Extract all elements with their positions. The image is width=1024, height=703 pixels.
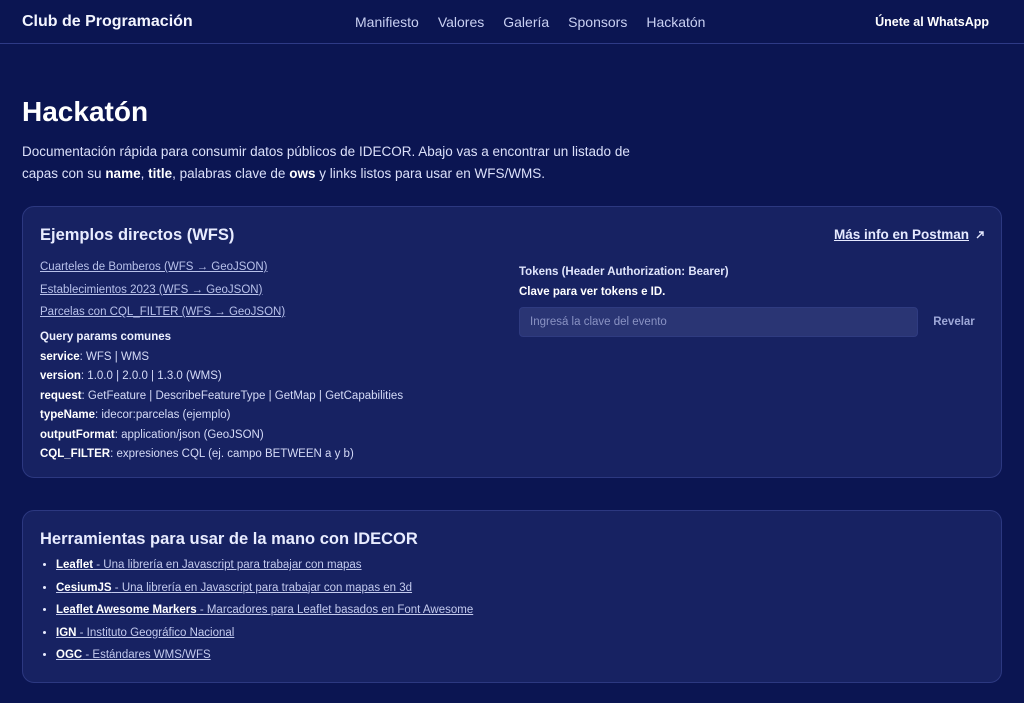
intro-bold-name: name — [105, 166, 141, 181]
query-params-title: Query params comunes — [40, 331, 172, 343]
nav-link-galeria[interactable]: Galería — [503, 14, 549, 30]
event-key-input[interactable] — [519, 307, 918, 337]
query-param-value: : idecor:parcelas (ejemplo) — [94, 409, 231, 421]
tokens-subtitle: Clave para ver tokens e ID. — [519, 286, 666, 298]
tool-name: CesiumJS — [56, 581, 112, 594]
tool-desc: - Marcadores para Leaflet basados en Fon… — [196, 604, 474, 617]
tool-desc: - Una librería en Javascript para trabaj… — [111, 581, 413, 594]
query-param-key: typeName — [40, 409, 95, 421]
tool-name: Leaflet Awesome Markers — [56, 604, 197, 617]
list-item: OGC - Estándares WMS/WFS — [56, 649, 473, 672]
query-param-row: version: 1.0.0 | 2.0.0 | 1.3.0 (WMS) — [40, 370, 403, 390]
query-param-value: : WFS | WMS — [79, 350, 150, 363]
whatsapp-join-link[interactable]: Únete al WhatsApp — [875, 0, 989, 44]
top-navbar: Club de Programación Manifiesto Valores … — [0, 0, 1024, 44]
list-item: IGN - Instituto Geográfico Nacional — [56, 627, 473, 650]
intro-bold-title: title — [148, 166, 173, 181]
wfs-card-title: Ejemplos directos (WFS) — [40, 226, 235, 244]
query-param-value: : 1.0.0 | 2.0.0 | 1.3.0 (WMS) — [80, 370, 222, 382]
wfs-examples-card: Ejemplos directos (WFS) Más info en Post… — [22, 206, 1002, 478]
nav-link-hackaton[interactable]: Hackatón — [646, 14, 705, 30]
query-param-key: outputFormat — [40, 428, 115, 441]
query-param-key: version — [40, 370, 81, 382]
postman-info-link[interactable]: Más info en Postman — [834, 227, 985, 242]
query-param-row: request: GetFeature | DescribeFeatureTyp… — [40, 390, 403, 410]
list-item: Cuarteles de Bomberos (WFS → GeoJSON) — [40, 257, 285, 280]
query-param-row: service: WFS | WMS — [40, 351, 403, 371]
tool-link-ogc[interactable]: OGC - Estándares WMS/WFS — [56, 649, 211, 661]
nav-link-sponsors[interactable]: Sponsors — [568, 14, 627, 30]
page-title: Hackatón — [22, 96, 149, 127]
external-link-icon — [976, 230, 984, 238]
example-link-bomberos[interactable]: Cuarteles de Bomberos (WFS → GeoJSON) — [40, 261, 268, 273]
tool-desc: - Una librería en Javascript para trabaj… — [93, 559, 362, 571]
intro-bold-ows: ows — [289, 166, 316, 181]
list-item: Leaflet - Una librería en Javascript par… — [56, 559, 473, 582]
tool-desc: - Estándares WMS/WFS — [82, 649, 211, 662]
example-link-parcelas[interactable]: Parcelas con CQL_FILTER (WFS → GeoJSON) — [40, 306, 285, 318]
tools-card-title: Herramientas para usar de la mano con ID… — [40, 530, 418, 548]
tool-link-ign[interactable]: IGN - Instituto Geográfico Nacional — [56, 627, 234, 639]
tool-name: OGC — [56, 649, 83, 662]
tool-name: IGN — [56, 626, 77, 639]
tools-card: Herramientas para usar de la mano con ID… — [22, 510, 1002, 683]
list-item: CesiumJS - Una librería en Javascript pa… — [56, 582, 473, 605]
postman-link-label: Más info en Postman — [833, 227, 969, 242]
nav-links: Manifiesto Valores Galería Sponsors Hack… — [355, 0, 705, 44]
tool-link-cesiumjs[interactable]: CesiumJS - Una librería en Javascript pa… — [56, 582, 412, 594]
tokens-section: Tokens (Header Authorization: Bearer) Cl… — [519, 266, 984, 337]
query-param-value: : expresiones CQL (ej. campo BETWEEN a y… — [110, 448, 354, 460]
tool-name: Leaflet — [56, 559, 94, 571]
nav-link-valores[interactable]: Valores — [438, 14, 484, 30]
wfs-example-links: Cuarteles de Bomberos (WFS → GeoJSON) Es… — [40, 257, 285, 325]
tool-link-leaflet[interactable]: Leaflet - Una librería en Javascript par… — [56, 559, 362, 571]
list-item: Establecimientos 2023 (WFS → GeoJSON) — [40, 280, 285, 303]
query-param-row: CQL_FILTER: expresiones CQL (ej. campo B… — [40, 448, 403, 468]
list-item: Leaflet Awesome Markers - Marcadores par… — [56, 604, 473, 627]
query-param-key: CQL_FILTER — [40, 448, 111, 460]
tool-link-awesome-markers[interactable]: Leaflet Awesome Markers - Marcadores par… — [56, 604, 473, 616]
list-item: Parcelas con CQL_FILTER (WFS → GeoJSON) — [40, 302, 285, 325]
intro-text-2: , — [140, 166, 149, 181]
intro-text-4: y links listos para usar en WFS/WMS. — [315, 166, 546, 181]
reveal-button[interactable]: Revelar — [924, 307, 984, 337]
query-param-value: : application/json (GeoJSON) — [114, 428, 264, 441]
query-param-row: typeName: idecor:parcelas (ejemplo) — [40, 409, 403, 429]
intro-text-3: , palabras clave de — [172, 166, 290, 181]
brand-logo-text[interactable]: Club de Programación — [22, 13, 193, 31]
query-param-row: outputFormat: application/json (GeoJSON) — [40, 429, 403, 449]
tool-desc: - Instituto Geográfico Nacional — [76, 626, 235, 639]
query-param-value: : GetFeature | DescribeFeatureType | Get… — [81, 389, 404, 402]
page-intro: Documentación rápida para consumir datos… — [22, 141, 662, 185]
tokens-input-row: Revelar — [519, 307, 984, 337]
example-link-establecimientos[interactable]: Establecimientos 2023 (WFS → GeoJSON) — [40, 284, 262, 296]
tools-list: Leaflet - Una librería en Javascript par… — [40, 559, 473, 672]
query-param-key: request — [40, 389, 82, 402]
query-param-key: service — [40, 350, 80, 363]
nav-link-manifiesto[interactable]: Manifiesto — [355, 14, 419, 30]
query-params-section: Query params comunes service: WFS | WMS … — [40, 331, 403, 468]
tokens-title: Tokens (Header Authorization: Bearer) — [519, 266, 729, 278]
